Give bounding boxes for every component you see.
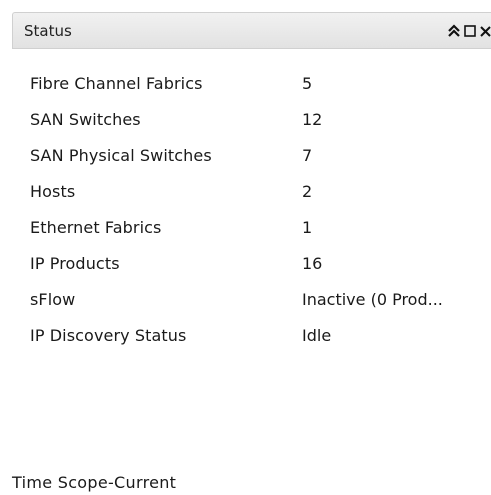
- close-icon[interactable]: [479, 22, 491, 40]
- status-label: IP Products: [30, 254, 120, 273]
- panel-controls: [446, 21, 491, 41]
- status-value: 5: [302, 74, 313, 93]
- status-row: SAN Physical Switches 7: [30, 146, 491, 182]
- collapse-icon[interactable]: [446, 22, 462, 40]
- status-row: IP Products 16: [30, 254, 491, 290]
- status-row: Ethernet Fabrics 1: [30, 218, 491, 254]
- status-row: Hosts 2: [30, 182, 491, 218]
- status-label: Hosts: [30, 182, 76, 201]
- status-value: 16: [302, 254, 323, 273]
- maximize-icon[interactable]: [463, 22, 477, 40]
- status-value: 2: [302, 182, 313, 201]
- status-list: Fibre Channel Fabrics 5 SAN Switches 12 …: [30, 74, 491, 362]
- status-label: SAN Switches: [30, 110, 141, 129]
- status-label: IP Discovery Status: [30, 326, 187, 345]
- status-value: 12: [302, 110, 323, 129]
- status-value: 7: [302, 146, 313, 165]
- panel-title-bar: Status: [12, 12, 491, 49]
- panel-title: Status: [24, 22, 72, 40]
- status-row: Fibre Channel Fabrics 5: [30, 74, 491, 110]
- status-row: SAN Switches 12: [30, 110, 491, 146]
- status-row: sFlow Inactive (0 Prod...: [30, 290, 491, 326]
- status-label: Ethernet Fabrics: [30, 218, 162, 237]
- status-value: Idle: [302, 326, 332, 345]
- status-label: sFlow: [30, 290, 76, 309]
- time-scope-label: Time Scope-Current: [12, 473, 177, 492]
- status-row: IP Discovery Status Idle: [30, 326, 491, 362]
- status-value: 1: [302, 218, 313, 237]
- status-value: Inactive (0 Prod...: [302, 290, 443, 309]
- status-label: SAN Physical Switches: [30, 146, 212, 165]
- status-panel: Status Fibre Channel Fabrics 5 SAN Switc…: [12, 12, 491, 495]
- status-label: Fibre Channel Fabrics: [30, 74, 203, 93]
